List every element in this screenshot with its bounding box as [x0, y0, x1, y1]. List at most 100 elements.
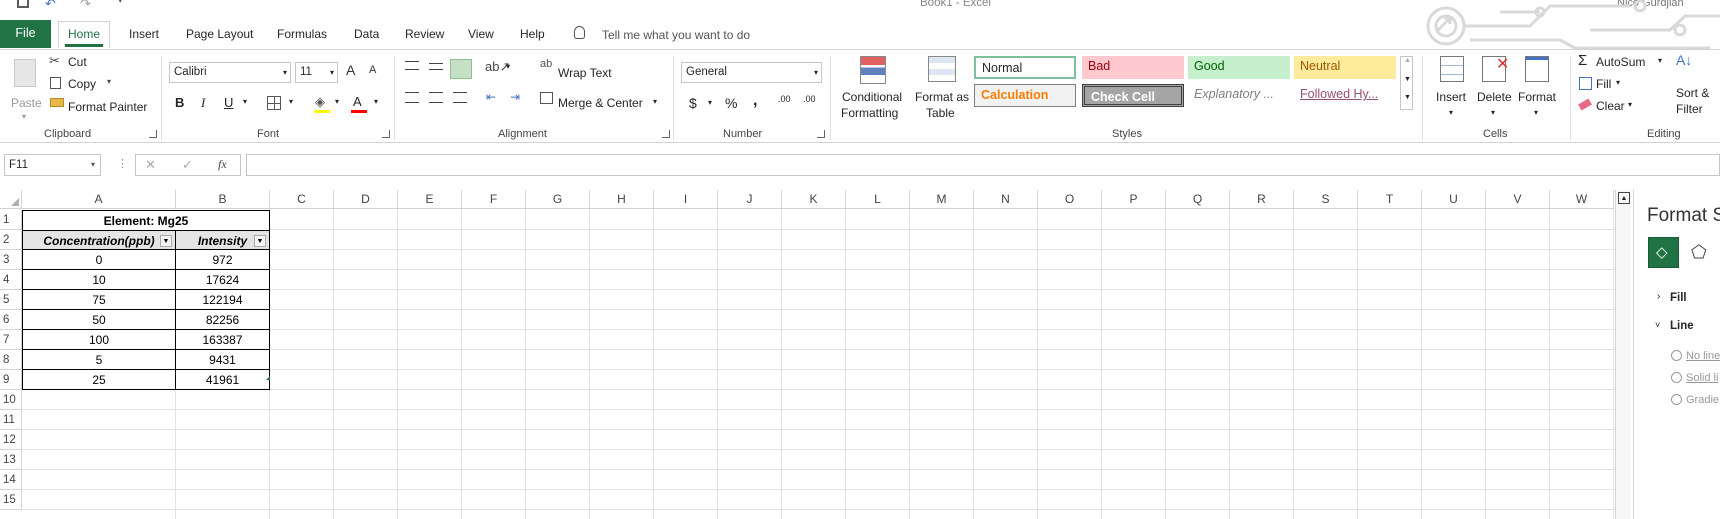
tab-data[interactable]: Data: [346, 22, 387, 46]
table-title-cell[interactable]: Element: Mg25: [22, 210, 270, 230]
column-header-f[interactable]: F: [462, 190, 526, 209]
formula-input[interactable]: [246, 154, 1720, 176]
column-header-e[interactable]: E: [398, 190, 462, 209]
table-cell-intensity[interactable]: 972: [176, 250, 270, 270]
redo-icon[interactable]: ↷: [80, 0, 91, 12]
style-check-cell[interactable]: Check Cell: [1082, 84, 1184, 107]
column-header-p[interactable]: P: [1102, 190, 1166, 209]
row-header-9[interactable]: 9: [0, 370, 22, 390]
table-cell-intensity[interactable]: 82256: [176, 310, 270, 330]
scroll-up-icon[interactable]: ▲: [1618, 192, 1630, 204]
row-header-14[interactable]: 14: [0, 470, 22, 490]
decrease-decimal-button[interactable]: .00: [803, 94, 816, 104]
autosum-button[interactable]: AutoSum: [1596, 55, 1645, 69]
tab-help[interactable]: Help: [512, 22, 553, 46]
radio-no-line[interactable]: [1671, 350, 1682, 361]
column-header-c[interactable]: C: [270, 190, 334, 209]
row-header-10[interactable]: 10: [0, 390, 22, 410]
clear-button[interactable]: Clear: [1596, 99, 1625, 113]
conditional-formatting-button[interactable]: Conditional Formatting: [838, 54, 906, 124]
style-normal[interactable]: Normal: [974, 56, 1076, 79]
column-header-v[interactable]: V: [1486, 190, 1550, 209]
chevron-down-icon[interactable]: ▾: [243, 97, 247, 106]
row-header-1[interactable]: 1: [0, 210, 22, 230]
row-header-7[interactable]: 7: [0, 330, 22, 350]
wrap-text-button[interactable]: Wrap Text: [558, 66, 612, 80]
tab-home[interactable]: Home: [58, 21, 110, 48]
row-header-2[interactable]: 2: [0, 230, 22, 250]
tab-page-layout[interactable]: Page Layout: [178, 22, 261, 46]
chevron-down-icon[interactable]: ▾: [374, 97, 378, 106]
column-header-b[interactable]: B: [176, 190, 270, 209]
shrink-font-button[interactable]: A: [369, 64, 376, 76]
format-painter-icon[interactable]: [50, 98, 64, 107]
delete-cells-button[interactable]: ✕ Delete ▾: [1474, 54, 1516, 124]
chevron-right-icon[interactable]: ›: [1657, 291, 1660, 302]
fill-color-icon[interactable]: ◈: [315, 94, 325, 110]
style-neutral[interactable]: Neutral: [1294, 56, 1396, 79]
chevron-down-icon[interactable]: ▼: [1404, 76, 1411, 83]
filter-dropdown-icon[interactable]: ▼: [160, 235, 172, 247]
table-cell-intensity[interactable]: 17624: [176, 270, 270, 290]
row-header-13[interactable]: 13: [0, 450, 22, 470]
currency-button[interactable]: $: [689, 95, 697, 111]
more-styles-icon[interactable]: ▼: [1404, 94, 1411, 101]
table-cell-concentration[interactable]: 75: [22, 290, 176, 310]
insert-cells-button[interactable]: Insert ▾: [1432, 54, 1474, 124]
vertical-scrollbar[interactable]: ▲: [1615, 190, 1631, 519]
italic-button[interactable]: I: [201, 95, 205, 111]
filter-dropdown-icon[interactable]: ▼: [254, 235, 266, 247]
column-header-u[interactable]: U: [1422, 190, 1486, 209]
number-format-select[interactable]: General ▾: [681, 62, 822, 83]
row-header-15[interactable]: 15: [0, 490, 22, 510]
font-name-select[interactable]: Calibri ▾: [169, 62, 291, 83]
save-icon[interactable]: [17, 0, 29, 8]
worksheet-grid[interactable]: ABCDEFGHIJKLMNOPQRSTUVW 1 2 3 4 5 6 7 8 9 10 11 12 1…: [0, 190, 1615, 519]
table-cell-concentration[interactable]: 0: [22, 250, 176, 270]
table-cell-intensity[interactable]: 9431: [176, 350, 270, 370]
center-align-icon[interactable]: [429, 92, 443, 103]
borders-icon[interactable]: [267, 96, 281, 110]
top-align-icon[interactable]: [405, 61, 419, 70]
row-header-6[interactable]: 6: [0, 310, 22, 330]
insert-function-button[interactable]: fx: [218, 157, 227, 172]
style-calculation[interactable]: Calculation: [974, 84, 1076, 107]
increase-decimal-button[interactable]: .00: [778, 94, 791, 104]
chevron-down-icon[interactable]: ▾: [1658, 56, 1662, 65]
chevron-down-icon[interactable]: ▾: [1616, 78, 1620, 87]
column-header-h[interactable]: H: [590, 190, 654, 209]
column-header-i[interactable]: I: [654, 190, 718, 209]
decrease-indent-icon[interactable]: ⇤: [486, 90, 496, 104]
fill-section-header[interactable]: Fill: [1670, 292, 1687, 304]
grow-font-button[interactable]: A: [346, 62, 355, 78]
dialog-launcher-icon[interactable]: [149, 130, 157, 138]
column-header-a[interactable]: A: [22, 190, 176, 209]
table-cell-concentration[interactable]: 5: [22, 350, 176, 370]
more-options-icon[interactable]: ⋮: [117, 157, 128, 170]
column-header-l[interactable]: L: [846, 190, 910, 209]
row-header-12[interactable]: 12: [0, 430, 22, 450]
underline-button[interactable]: U: [224, 95, 233, 110]
undo-icon[interactable]: ↶: [45, 0, 56, 12]
column-header-s[interactable]: S: [1294, 190, 1358, 209]
chevron-down-icon[interactable]: ▾: [1628, 100, 1632, 109]
paste-button[interactable]: Paste ▾: [10, 56, 42, 121]
column-header-m[interactable]: M: [910, 190, 974, 209]
chevron-down-icon[interactable]: ▾: [506, 62, 510, 71]
radio-solid-line[interactable]: [1671, 372, 1682, 383]
sort-label-1[interactable]: Sort &: [1676, 86, 1709, 100]
enter-icon[interactable]: ✓: [182, 157, 193, 173]
column-header-d[interactable]: D: [334, 190, 398, 209]
merge-center-button[interactable]: Merge & Center: [558, 96, 643, 110]
format-cells-button[interactable]: Format ▾: [1516, 54, 1560, 124]
cut-button[interactable]: Cut: [68, 55, 87, 69]
column-header-g[interactable]: G: [526, 190, 590, 209]
chevron-down-icon[interactable]: ˅: [1655, 320, 1660, 330]
copy-button[interactable]: Copy: [68, 77, 96, 91]
radio-gradient-line[interactable]: [1671, 394, 1682, 405]
table-resize-handle[interactable]: [266, 376, 270, 380]
column-header-j[interactable]: J: [718, 190, 782, 209]
tab-review[interactable]: Review: [397, 22, 452, 46]
sort-label-2[interactable]: Filter: [1676, 102, 1703, 116]
middle-align-icon[interactable]: [429, 63, 443, 70]
